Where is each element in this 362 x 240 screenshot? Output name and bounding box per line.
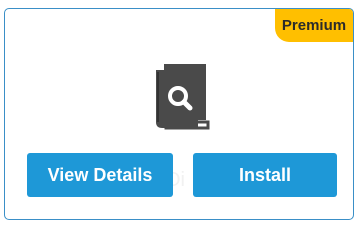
- premium-badge: Premium: [275, 9, 353, 42]
- view-details-button[interactable]: View Details: [27, 153, 173, 197]
- install-button[interactable]: Install: [193, 153, 337, 197]
- plugin-card: Oi Premium View Details Install: [4, 8, 354, 220]
- book-search-icon: [150, 60, 214, 132]
